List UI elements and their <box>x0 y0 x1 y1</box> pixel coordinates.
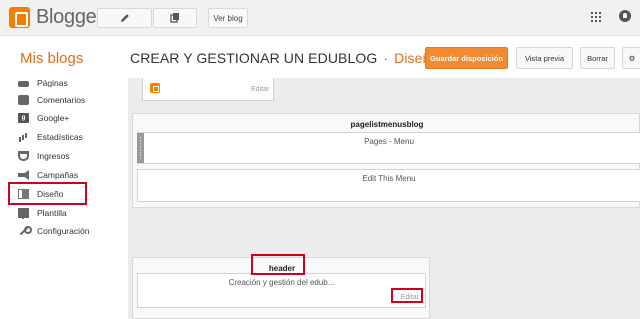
blog-title: CREAR Y GESTIONAR UN EDUBLOG <box>130 50 378 66</box>
wrench-icon <box>18 226 32 236</box>
brand-name[interactable]: Blogger <box>36 6 103 29</box>
widget-label: Edit This Menu <box>362 174 416 183</box>
account-icon[interactable] <box>619 10 631 22</box>
widget-header[interactable]: Creación y gestión del edub... Editar <box>137 273 426 308</box>
sidebar-item-label: Configuración <box>37 226 90 236</box>
comment-icon <box>18 95 29 105</box>
sidebar-item-ingresos[interactable]: Ingresos <box>18 147 70 165</box>
sidebar-item-label: Plantilla <box>37 208 67 218</box>
posts-list-button[interactable] <box>153 8 197 28</box>
sidebar-item-configuracion[interactable]: Configuración <box>18 222 89 240</box>
preview-button[interactable]: Vista previa <box>516 47 573 69</box>
delete-button[interactable]: Borrar <box>580 47 615 69</box>
pencil-icon <box>120 14 129 22</box>
annotation-highlight-editar <box>391 288 423 303</box>
section-title: pagelistmenusblog <box>350 120 424 129</box>
my-blogs-link[interactable]: Mis blogs <box>20 50 83 67</box>
trophy-icon <box>18 151 29 161</box>
megaphone-icon <box>18 170 29 180</box>
save-layout-button[interactable]: Guardar disposición <box>425 47 508 69</box>
stats-icon <box>18 132 29 142</box>
widget-pages-menu[interactable]: Pages - Menu <box>137 132 640 164</box>
sidebar-item-googleplus[interactable]: g Google+ <box>18 109 69 127</box>
sidebar-item-label: Comentarios <box>37 95 86 105</box>
apps-grid-icon[interactable] <box>591 12 601 22</box>
top-bar: Blogger Ver blog <box>0 0 640 36</box>
google-plus-icon: g <box>18 113 29 123</box>
drag-handle-icon[interactable] <box>137 133 144 163</box>
title-separator: · <box>383 50 389 66</box>
attribution-gadget[interactable]: Editar <box>142 78 274 101</box>
sidebar-item-label: Campañas <box>37 170 79 180</box>
widget-label: Pages - Menu <box>364 137 414 146</box>
annotation-highlight-header <box>251 254 305 275</box>
view-blog-button[interactable]: Ver blog <box>208 8 248 28</box>
pagelist-section: pagelistmenusblog Pages - Menu Edit This… <box>132 113 640 208</box>
paint-roller-icon <box>18 208 29 219</box>
widget-edit-this-menu[interactable]: Edit This Menu <box>137 169 640 202</box>
pages-icon <box>18 81 29 87</box>
widget-label: Creación y gestión del edub... <box>228 278 335 287</box>
sidebar-item-label: Ingresos <box>37 151 70 161</box>
blogger-icon <box>150 83 160 93</box>
sidebar-item-label: Páginas <box>37 78 68 87</box>
annotation-highlight-diseno <box>8 182 87 205</box>
copy-icon <box>170 13 179 23</box>
new-post-button[interactable] <box>97 8 152 28</box>
blogger-logo-icon[interactable] <box>9 7 30 28</box>
sidebar-item-label: Estadísticas <box>37 132 83 142</box>
edit-link[interactable]: Editar <box>251 86 269 93</box>
sidebar-item-comentarios[interactable]: Comentarios <box>18 91 85 109</box>
more-options-button[interactable]: ⚙ <box>622 47 640 69</box>
sidebar-item-paginas[interactable]: Páginas <box>18 78 68 87</box>
sidebar-item-plantilla[interactable]: Plantilla <box>18 204 67 222</box>
sidebar-item-estadisticas[interactable]: Estadísticas <box>18 128 83 146</box>
page-title: CREAR Y GESTIONAR UN EDUBLOG · Diseño <box>130 50 438 66</box>
sidebar-item-label: Google+ <box>37 113 70 123</box>
